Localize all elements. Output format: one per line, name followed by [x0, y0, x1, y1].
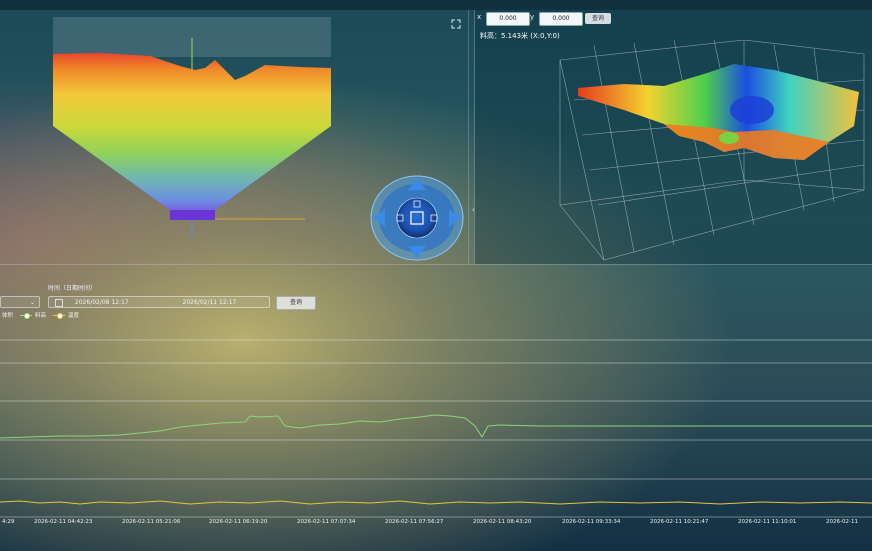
top-bar: [0, 0, 872, 10]
expand-icon[interactable]: [451, 14, 461, 29]
calendar-icon: [55, 298, 63, 307]
legend-label-temperature: 温度: [68, 313, 80, 319]
x-tick: 2026-02-11 06:19:20: [209, 519, 268, 525]
x-tick: 2026-02-11 07:56:27: [385, 519, 444, 525]
legend-item-volume[interactable]: 体积: [2, 311, 13, 319]
silo-outlet: [170, 210, 215, 220]
legend-item-temperature[interactable]: 温度: [53, 311, 79, 319]
section-divider: [0, 264, 872, 265]
range-select[interactable]: ⌄: [0, 296, 40, 308]
x-tick: 2026-02-11 08:43:20: [473, 519, 532, 525]
y-coord-label: y: [530, 13, 535, 21]
surface-depression: [730, 96, 774, 124]
chevron-down-icon: ⌄: [29, 299, 35, 306]
legend-label-height: 料高: [35, 313, 47, 319]
trend-chart: [0, 339, 872, 518]
x-coord-input[interactable]: 0.000: [486, 12, 530, 26]
series-line-height: [0, 414, 872, 439]
start-time-value: 2026/02/08 12:17: [74, 299, 129, 306]
legend-marker-temperature: [53, 312, 65, 319]
x-tick: 2026-02-11 05:21:06: [122, 519, 181, 525]
x-coord-label: x: [477, 13, 482, 21]
x-tick: 2026-02-11: [826, 519, 858, 525]
coord-query-button[interactable]: 查询: [585, 13, 611, 24]
series-line-temperature: [0, 500, 872, 505]
surface-mound: [719, 132, 739, 144]
x-tick: 2026-02-11 11:10:01: [738, 519, 797, 525]
x-tick: 2026-02-11 10:21:47: [650, 519, 709, 525]
x-tick: 4:29: [2, 519, 15, 525]
surface-3d-chart: [559, 40, 865, 261]
panel-resize-handle[interactable]: ‹: [472, 206, 476, 214]
time-filter-label: 时间（日期时间）: [48, 285, 97, 292]
end-time-value: 2026/02/11 12:17: [182, 299, 237, 306]
legend-marker-height: [20, 312, 32, 319]
x-tick: 2026-02-11 07:07:34: [297, 519, 356, 525]
trend-gridlines: [0, 339, 872, 518]
x-tick: 2026-02-11 09:33:34: [562, 519, 621, 525]
legend-item-height[interactable]: 料高: [20, 311, 46, 319]
legend-label-volume: 体积: [2, 313, 14, 319]
time-range-input[interactable]: 2026/02/08 12:17 2026/02/11 12:17: [48, 296, 270, 308]
time-query-button[interactable]: 查询: [276, 296, 316, 310]
material-body: [53, 53, 331, 220]
view-control-icon[interactable]: [368, 174, 466, 262]
y-coord-input[interactable]: 0.000: [539, 12, 583, 26]
x-tick: 2026-02-11 04:42:23: [34, 519, 93, 525]
